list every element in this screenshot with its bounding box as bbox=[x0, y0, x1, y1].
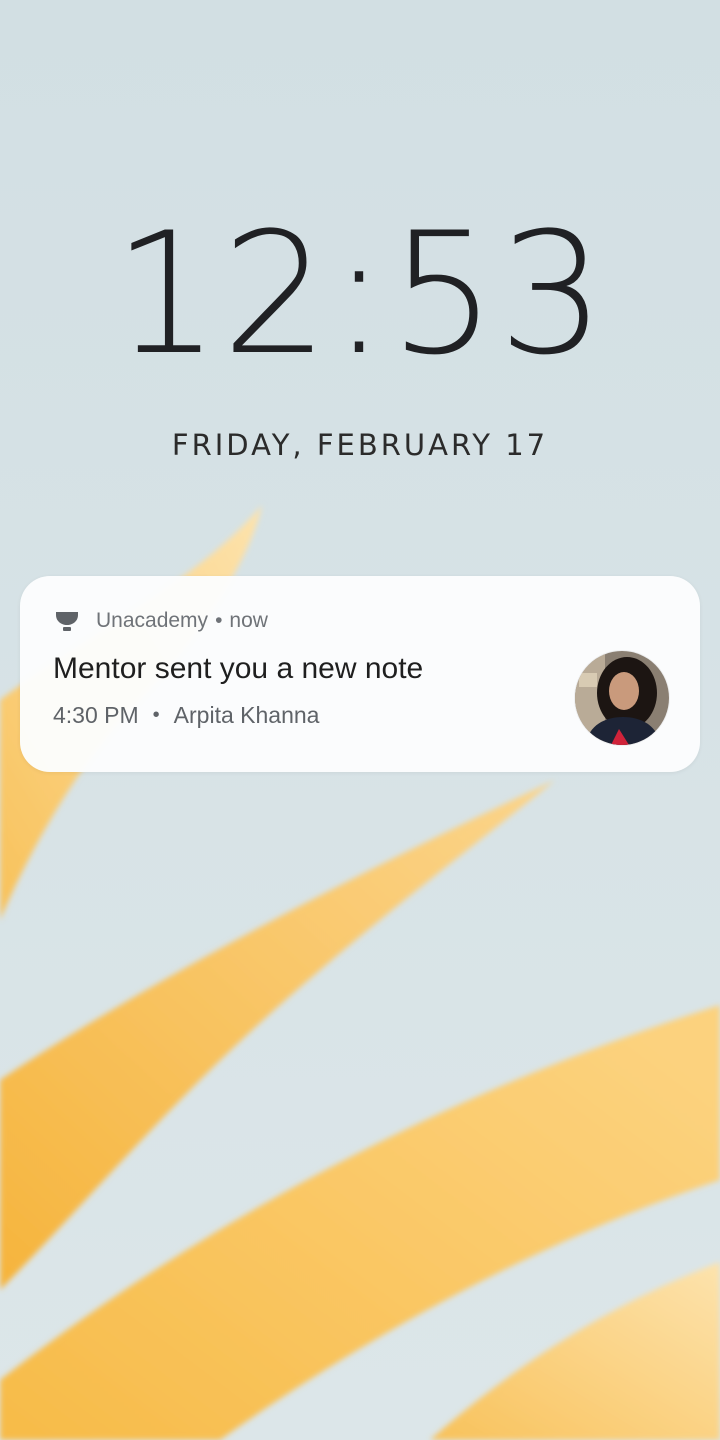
unacademy-logo-icon bbox=[56, 612, 78, 631]
notification-header: Unacademy • now bbox=[54, 606, 268, 636]
lockscreen-clock: 12:53 bbox=[112, 196, 608, 392]
sender-avatar bbox=[575, 651, 669, 745]
header-separator: • bbox=[215, 609, 223, 632]
notification-time: now bbox=[229, 609, 268, 632]
notification-title: Mentor sent you a new note bbox=[53, 652, 424, 685]
notification-subtext: 4:30 PM • Arpita Khanna bbox=[53, 702, 319, 729]
sub-separator: • bbox=[152, 704, 160, 726]
notification-sub-time: 4:30 PM bbox=[53, 702, 139, 728]
notification-app-name: Unacademy bbox=[96, 609, 209, 632]
notification-card[interactable]: Unacademy • now Mentor sent you a new no… bbox=[20, 576, 700, 772]
notification-sender: Arpita Khanna bbox=[173, 702, 320, 728]
lockscreen-date: FRIDAY, FEBRUARY 17 bbox=[171, 428, 549, 462]
